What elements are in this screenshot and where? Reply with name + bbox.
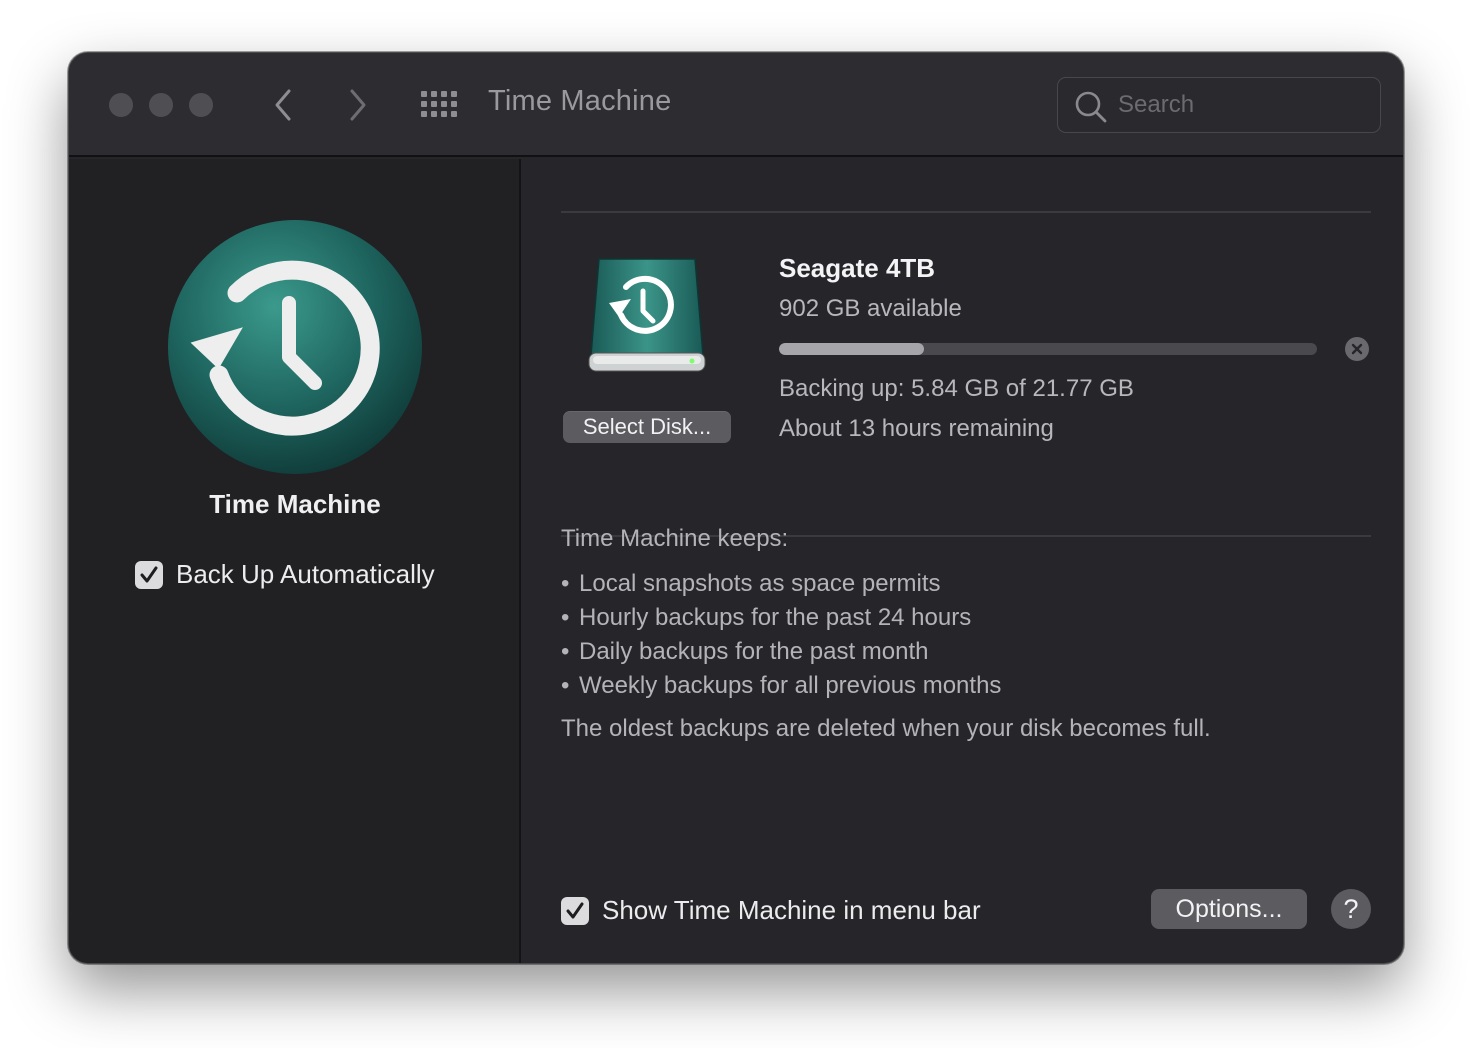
- chevron-left-icon: [275, 89, 291, 121]
- app-name: Time Machine: [209, 489, 381, 519]
- back-up-automatically-label: Back Up Automatically: [176, 559, 435, 589]
- search-icon: [1075, 91, 1107, 123]
- checkmark-icon: [140, 566, 158, 582]
- list-item: • Hourly backups for the past 24 hours: [561, 604, 972, 631]
- external-disk-icon: [588, 258, 706, 372]
- disk-name: Seagate 4TB: [779, 253, 936, 283]
- zoom-window-button[interactable]: [189, 93, 213, 117]
- time-remaining: About 13 hours remaining: [779, 415, 1054, 442]
- deletion-note: The oldest backups are deleted when your…: [561, 715, 1211, 742]
- backup-status: Backing up: 5.84 GB of 21.77 GB: [779, 375, 1134, 402]
- keeps-list: • Local snapshots as space permits • Hourl…: [561, 569, 1001, 705]
- keeps-heading: Time Machine keeps:: [561, 525, 789, 552]
- window-title: Time Machine: [488, 85, 672, 117]
- help-button[interactable]: ?: [1331, 889, 1371, 929]
- back-up-automatically-option[interactable]: Back Up Automatically: [135, 559, 435, 590]
- chevron-right-icon: [350, 89, 366, 121]
- grid-icon: [421, 91, 457, 117]
- show-all-button[interactable]: [419, 87, 459, 123]
- show-in-menu-bar-checkbox[interactable]: [561, 896, 589, 925]
- preferences-window: Time Machine Time Machine: [68, 52, 1404, 964]
- options-button[interactable]: Options...: [1151, 889, 1307, 929]
- top-divider: [561, 211, 1371, 213]
- back-button[interactable]: [264, 83, 304, 127]
- list-item: • Daily backups for the past month: [561, 638, 929, 665]
- back-up-automatically-checkbox[interactable]: [135, 560, 163, 589]
- disk-available: 902 GB available: [779, 295, 962, 322]
- list-item: • Weekly backups for all previous months: [561, 672, 1002, 699]
- main-pane: Select Disk... Seagate 4TB 902 GB availa…: [523, 159, 1403, 963]
- list-item: • Local snapshots as space permits: [561, 570, 941, 597]
- select-disk-button[interactable]: Select Disk...: [563, 411, 731, 443]
- backup-progress-fill: [779, 343, 925, 355]
- search-input[interactable]: [1118, 86, 1368, 124]
- checkmark-icon: [566, 902, 584, 918]
- close-window-button[interactable]: [109, 93, 133, 117]
- time-machine-icon: [168, 220, 422, 474]
- backup-progress-bar: [779, 343, 1317, 355]
- stop-backup-button[interactable]: [1345, 337, 1369, 361]
- show-in-menu-bar-option[interactable]: Show Time Machine in menu bar: [561, 895, 981, 926]
- title-bar: Time Machine: [69, 53, 1403, 157]
- sidebar: Time Machine Back Up Automatically: [69, 159, 521, 963]
- search-field[interactable]: [1057, 77, 1381, 133]
- forward-button[interactable]: [337, 83, 377, 127]
- minimize-window-button[interactable]: [149, 93, 173, 117]
- show-in-menu-bar-label: Show Time Machine in menu bar: [602, 895, 981, 925]
- close-icon: [1351, 343, 1363, 355]
